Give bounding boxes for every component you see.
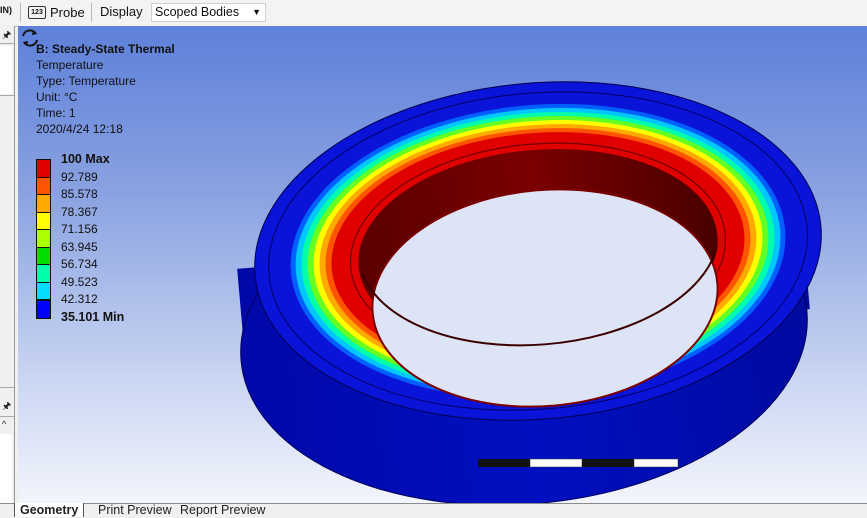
scroll-up-icon[interactable]: ^ — [2, 419, 6, 429]
pin-icon[interactable]: 🖈 — [2, 399, 11, 416]
result-type-line: Type: Temperature — [36, 74, 136, 88]
result-unit: Unit: °C — [36, 90, 78, 104]
legend-entry: 78.367 — [36, 205, 166, 230]
tab-print-preview[interactable]: Print Preview — [93, 503, 177, 517]
strip-divider — [0, 416, 14, 417]
probe-label: Probe — [50, 4, 85, 20]
legend-swatch — [36, 159, 51, 178]
legend-entry: 92.789 — [36, 170, 166, 195]
strip-divider — [0, 387, 14, 388]
legend-label[interactable]: 35.101 Min — [61, 310, 124, 324]
legend-swatch — [36, 299, 51, 319]
toolbar-separator — [91, 3, 92, 22]
probe-button[interactable]: 123 Probe — [28, 3, 85, 21]
strip-panel — [0, 434, 12, 503]
result-title: B: Steady-State Thermal — [36, 42, 175, 56]
legend-entry: 49.523 — [36, 275, 166, 300]
legend-label[interactable]: 85.578 — [61, 187, 98, 201]
strip-panel — [0, 46, 12, 94]
legend-label[interactable]: 92.789 — [61, 170, 98, 184]
legend-label[interactable]: 49.523 — [61, 275, 98, 289]
toolbar-partial-button[interactable]: IN) — [0, 5, 12, 15]
legend-entry: 85.578 — [36, 187, 166, 213]
rotate-cursor-icon — [22, 29, 38, 47]
scale-bar — [478, 458, 679, 468]
result-timestamp: 2020/4/24 12:18 — [36, 122, 123, 136]
strip-divider — [0, 43, 14, 44]
legend-label[interactable]: 78.367 — [61, 205, 98, 219]
scope-dropdown-value: Scoped Bodies — [155, 5, 240, 19]
legend-swatch — [36, 229, 51, 248]
graphics-viewport[interactable]: B: Steady-State Thermal Temperature Type… — [18, 26, 867, 503]
scope-dropdown[interactable]: Scoped Bodies ▼ — [151, 3, 266, 22]
legend-swatch — [36, 246, 51, 265]
strip-divider — [0, 95, 14, 96]
tab-geometry[interactable]: Geometry — [14, 503, 85, 517]
legend-label[interactable]: 63.945 — [61, 240, 98, 254]
legend-label[interactable]: 42.312 — [61, 292, 98, 306]
legend-swatch — [36, 281, 51, 300]
result-info: B: Steady-State Thermal Temperature Type… — [36, 41, 175, 137]
probe-icon: 123 — [28, 5, 46, 19]
view-tabs: Geometry Print Preview Report Preview — [0, 503, 867, 517]
legend-entry: 56.734 — [36, 257, 166, 283]
legend-label[interactable]: 56.734 — [61, 257, 98, 271]
result-type-name: Temperature — [36, 58, 104, 72]
legend-swatch — [36, 194, 51, 213]
chevron-down-icon: ▼ — [252, 7, 261, 17]
result-time: Time: 1 — [36, 106, 76, 120]
display-label: Display — [100, 4, 143, 19]
legend-label[interactable]: 71.156 — [61, 222, 98, 236]
legend-entry: 100 Max — [36, 152, 166, 178]
toolbar-separator — [20, 3, 21, 22]
legend-entry: 71.156 — [36, 222, 166, 248]
toolbar: IN) 123 Probe Display Scoped Bodies ▼ — [0, 0, 867, 27]
legend-swatch — [36, 211, 51, 230]
left-panel-strip: 🖈 🖈 ^ — [0, 26, 15, 503]
legend-swatch — [36, 264, 51, 283]
legend-swatch — [36, 176, 51, 195]
legend-entry: 35.101 Min — [36, 299, 166, 334]
legend-label[interactable]: 100 Max — [61, 152, 110, 166]
legend-entry: 63.945 — [36, 240, 166, 265]
tab-report-preview[interactable]: Report Preview — [175, 503, 270, 517]
